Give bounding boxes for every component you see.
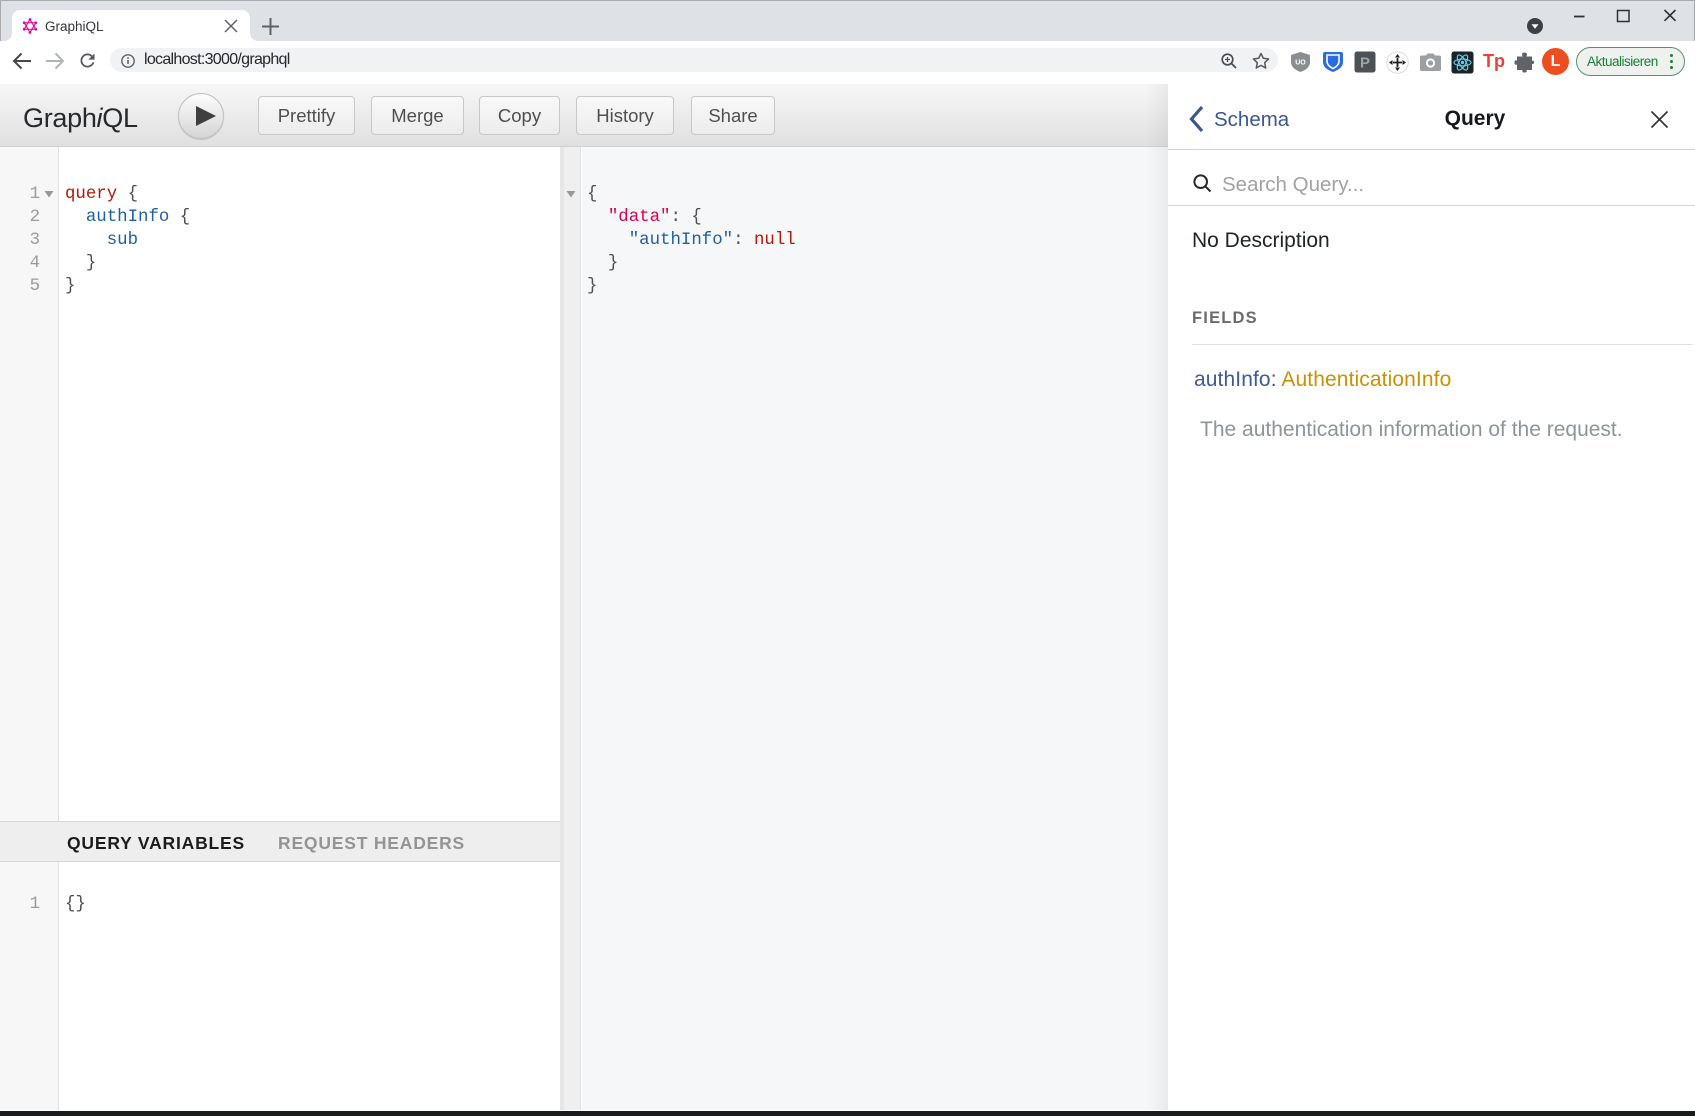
svg-text:UO: UO	[1295, 60, 1306, 67]
svg-text:P: P	[1360, 55, 1370, 72]
